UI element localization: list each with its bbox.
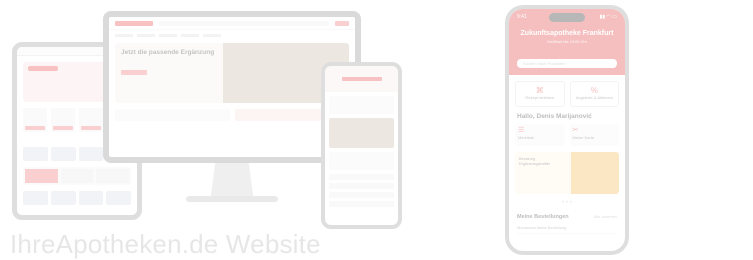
monitor-base xyxy=(186,196,278,202)
small-phone-block xyxy=(329,152,394,170)
percent-icon: % xyxy=(590,86,598,95)
app-shortcut-grid: ☰ Merkliste ✂ Meine Karte xyxy=(515,124,619,146)
tablet-thumbnail-row xyxy=(23,191,131,205)
promo-banner[interactable]: Beratung Ergänzungsmittel xyxy=(515,152,619,194)
orders-title: Meine Bestellungen xyxy=(517,214,569,220)
orders-header: Meine Bestellungen Alle ansehen xyxy=(517,214,617,220)
quick-tile-prescription[interactable]: ⌘ Rezept einlösen xyxy=(515,81,565,107)
app-search-input[interactable]: Suchen nach Produkten xyxy=(517,59,617,68)
orders-link[interactable]: Alle ansehen xyxy=(594,214,617,220)
product-card xyxy=(51,108,75,132)
shortcut-label: Merkliste xyxy=(518,135,535,140)
app-phone-mockup: 9:41 ▮▮ ◠ ▭ Zukunftsapotheke Frankfurt G… xyxy=(505,5,629,255)
quick-tile-label: Rezept einlösen xyxy=(525,95,555,100)
list-icon: ☰ xyxy=(518,127,525,134)
monitor-stand xyxy=(210,163,254,197)
status-time: 9:41 xyxy=(517,14,527,20)
desktop-feature-row xyxy=(115,109,349,121)
greeting: Hallo, Denis Marijanović xyxy=(517,113,592,120)
quick-tile-label: Angebote & Aktionen xyxy=(575,95,613,100)
desktop-search-bar xyxy=(159,20,329,26)
scissors-icon: ✂ xyxy=(572,127,579,134)
desktop-nav xyxy=(115,32,349,39)
desktop-hero-title: Jetzt die passende Ergänzung xyxy=(121,49,215,56)
app-quick-tiles: ⌘ Rezept einlösen % Angebote & Aktionen xyxy=(515,81,619,107)
promo-text: Beratung Ergänzungsmittel xyxy=(515,152,571,194)
feature-card xyxy=(115,109,230,121)
small-phone-image xyxy=(329,118,394,148)
pill-icon: ⌘ xyxy=(535,86,544,95)
carousel-dots: • • • xyxy=(562,200,572,206)
tablet-logo xyxy=(28,66,58,71)
small-phone-block xyxy=(329,96,394,114)
promo-image xyxy=(571,152,619,194)
tablet-promo-strip xyxy=(23,167,131,185)
desktop-hero-cta xyxy=(121,70,147,75)
app-header: 9:41 ▮▮ ◠ ▭ Zukunftsapotheke Frankfurt G… xyxy=(509,9,625,75)
desktop-header xyxy=(109,17,355,30)
desktop-hero: Jetzt die passende Ergänzung xyxy=(115,43,349,103)
shortcut-label: Meine Karte xyxy=(572,135,595,140)
small-phone-header xyxy=(325,66,398,92)
status-icons: ▮▮ ◠ ▭ xyxy=(599,14,617,20)
shortcut-card[interactable]: ✂ Meine Karte xyxy=(569,124,619,146)
desktop-search-button xyxy=(335,20,349,26)
small-phone-mockup xyxy=(321,62,402,229)
desktop-hero-text xyxy=(121,59,217,67)
phone-notch xyxy=(549,13,585,22)
quick-tile-offers[interactable]: % Angebote & Aktionen xyxy=(569,81,619,107)
order-row: Momentan keine Bestellung xyxy=(517,222,617,234)
pharmacy-hours: Geöffnet bis 19:00 Uhr xyxy=(546,39,588,44)
site-logo xyxy=(115,20,153,26)
product-card-button xyxy=(81,126,101,130)
product-card-button xyxy=(53,126,73,130)
small-phone-list xyxy=(325,174,398,207)
product-card xyxy=(23,108,47,132)
device-mockup-stage: Jetzt die passende Ergänzung 9:41 ▮▮ ◠ ▭ xyxy=(0,0,753,259)
product-card xyxy=(79,108,103,132)
product-card-button xyxy=(25,126,45,130)
pharmacy-name: Zukunftsapotheke Frankfurt xyxy=(520,30,614,37)
shortcut-watchlist[interactable]: ☰ Merkliste xyxy=(515,124,565,146)
caption: IhreApotheken.de Website xyxy=(10,229,321,259)
